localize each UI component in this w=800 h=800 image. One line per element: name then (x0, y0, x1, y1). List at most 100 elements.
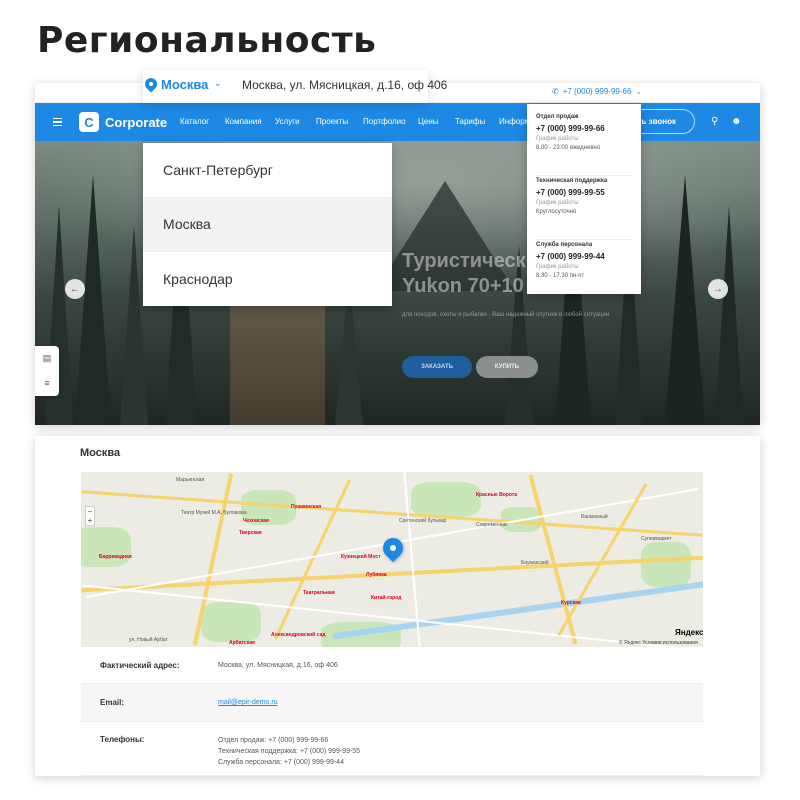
map-label: Театральная (303, 590, 335, 596)
phone-hours: Круглосуточно (536, 209, 577, 215)
row-key: Email: (100, 698, 125, 707)
contacts-table: Фактический адрес: Москва, ул. Мясницкая… (81, 647, 703, 776)
phone-icon: ✆ (552, 87, 559, 96)
user-icon[interactable]: ☻ (731, 116, 742, 127)
phone-line: Отдел продаж: +7 (000) 999-99-66 (218, 737, 329, 744)
phone-group: Отдел продаж +7 (000) 999-99-66 График р… (536, 114, 632, 176)
city-option[interactable]: Краснодар (143, 252, 392, 307)
phone-number[interactable]: +7 (000) 999-99-44 (536, 252, 632, 261)
current-city[interactable]: Москва (161, 77, 208, 92)
city-dropdown: Санкт-Петербург Москва Краснодар (143, 143, 392, 306)
map-park (411, 482, 481, 517)
nav-item[interactable]: Услуги (275, 117, 316, 126)
nav-item[interactable]: Информ (499, 117, 530, 126)
phone-hours: 8.00 - 23.00 ежедневно (536, 145, 601, 151)
map-label: Театр Музей М.А. Булгакова (181, 510, 247, 516)
row-value: Москва, ул. Мясницкая, д.16, оф 406 (218, 661, 338, 669)
phone-group-label: Отдел продаж (536, 114, 579, 120)
page-title: Региональность (37, 20, 377, 61)
nav-item[interactable]: Каталог (180, 117, 225, 126)
print-icon[interactable]: ▤ (35, 346, 59, 371)
table-row: Телефоны: Отдел продаж: +7 (000) 999-99-… (81, 722, 703, 776)
map-zoom-control[interactable]: − + (85, 506, 95, 526)
phone-group-label: Служба персонала (536, 242, 593, 248)
main-navbar: C Corporate Каталог Компания Услуги Прое… (35, 103, 760, 141)
yandex-logo: Яндекс (675, 628, 703, 637)
nav-item[interactable]: Проекты (316, 117, 363, 126)
map-label: Чеховская (243, 518, 269, 524)
map-label: Сретенский бульвар (399, 518, 447, 524)
top-phone[interactable]: ✆ +7 (000) 999-99-66 ⌄ (552, 87, 642, 96)
map[interactable]: Марьинская Театр Музей М.А. Булгакова Ку… (81, 472, 703, 647)
phone-number[interactable]: +7 (000) 999-99-55 (536, 188, 632, 197)
phones-list: Отдел продаж: +7 (000) 999-99-66 Техниче… (218, 735, 360, 775)
nav-item[interactable]: Цены (418, 117, 455, 126)
map-road (81, 490, 703, 537)
map-label: Тверская (239, 530, 262, 536)
map-label: Арбатская (229, 640, 255, 646)
map-label: Лубянка (366, 572, 387, 578)
tree (715, 205, 743, 425)
phone-hours: 8.30 - 17.30 пн-пт (536, 273, 585, 279)
left-toolbar: ▤ ≡ (35, 346, 59, 396)
city-option-selected[interactable]: Москва (143, 197, 392, 252)
hero-subtitle: для походов, охоты и рыбалки - Ваш надеж… (402, 312, 610, 318)
city-selector[interactable]: Москва ⌄ Москва, ул. Мясницкая, д.16, оф… (142, 70, 447, 103)
table-row: Фактический адрес: Москва, ул. Мясницкая… (81, 647, 703, 684)
search-icon[interactable]: ⚲ (711, 116, 718, 127)
phone-caption: График работы (536, 136, 579, 142)
contacts-screenshot: Москва Марьинская Театр Музей М.А. Булга… (35, 436, 760, 776)
buy-button[interactable]: КУПИТЬ (476, 356, 538, 378)
map-label: ул. Новый Арбат (129, 637, 168, 643)
map-label: Александровский сад (271, 632, 326, 638)
map-label: Пушкинская (291, 504, 322, 510)
settings-icon[interactable]: ≡ (35, 371, 59, 396)
map-label: Китай-город (371, 595, 402, 601)
tree (665, 175, 705, 425)
phone-caption: График работы (536, 200, 579, 206)
nav-item[interactable]: Тарифы (455, 117, 499, 126)
map-park (81, 527, 131, 567)
menu-icon[interactable] (53, 118, 62, 126)
top-phone-number: +7 (000) 999-99-66 (562, 87, 632, 96)
phones-dropdown: Отдел продаж +7 (000) 999-99-66 График р… (527, 104, 641, 294)
map-label: Современник (476, 522, 508, 528)
email-link[interactable]: mail@epir-demo.ru (218, 699, 278, 706)
map-label: Кузнецкий Мост (341, 554, 381, 560)
map-park (641, 542, 691, 587)
phone-caption: График работы (536, 264, 579, 270)
location-pin-icon (142, 75, 160, 93)
order-button[interactable]: ЗАКАЗАТЬ (402, 356, 472, 378)
table-row: Email: mail@epir-demo.ru (81, 684, 703, 722)
arrow-left-icon[interactable]: ← (65, 279, 85, 299)
map-label: Бауманский (521, 560, 549, 566)
phone-group: Техническая поддержка +7 (000) 999-99-55… (536, 178, 632, 240)
email-link-wrap: mail@epir-demo.ru (218, 697, 278, 708)
city-option[interactable]: Санкт-Петербург (143, 143, 392, 198)
row-key: Телефоны: (100, 735, 145, 744)
tree (75, 175, 111, 425)
map-terms-link[interactable]: © Яндекс Условия использования (619, 640, 698, 646)
map-label: Красные Ворота (476, 492, 518, 498)
map-label: Басманный (581, 514, 608, 520)
map-label: Баррикадная (99, 554, 132, 560)
phone-number[interactable]: +7 (000) 999-99-66 (536, 124, 632, 133)
chevron-down-icon: ⌄ (635, 87, 643, 96)
phone-line: Техническая поддержка: +7 (000) 999-99-5… (218, 748, 361, 755)
logo-text: Corporate (105, 114, 168, 130)
map-label: Супермаркет (641, 536, 672, 542)
map-label: Марьинская (176, 477, 205, 483)
hero-heading: Туристическ Yukon 70+10 (402, 250, 526, 297)
nav-item[interactable]: Портфолио (363, 117, 418, 126)
contacts-title: Москва (80, 447, 121, 459)
row-key: Фактический адрес: (100, 660, 180, 670)
arrow-right-icon[interactable]: → (708, 279, 728, 299)
phone-line: Служба персонала: +7 (000) 999-99-44 (218, 759, 344, 766)
phone-group-label: Техническая поддержка (536, 178, 608, 184)
header-address: Москва, ул. Мясницкая, д.16, оф 406 (242, 78, 448, 92)
chevron-down-icon[interactable]: ⌄ (214, 78, 222, 89)
logo[interactable]: C Corporate (79, 112, 167, 132)
nav-menu: Каталог Компания Услуги Проекты Портфоли… (180, 117, 530, 126)
nav-item[interactable]: Компания (225, 117, 275, 126)
location-pin-icon[interactable] (378, 533, 408, 563)
